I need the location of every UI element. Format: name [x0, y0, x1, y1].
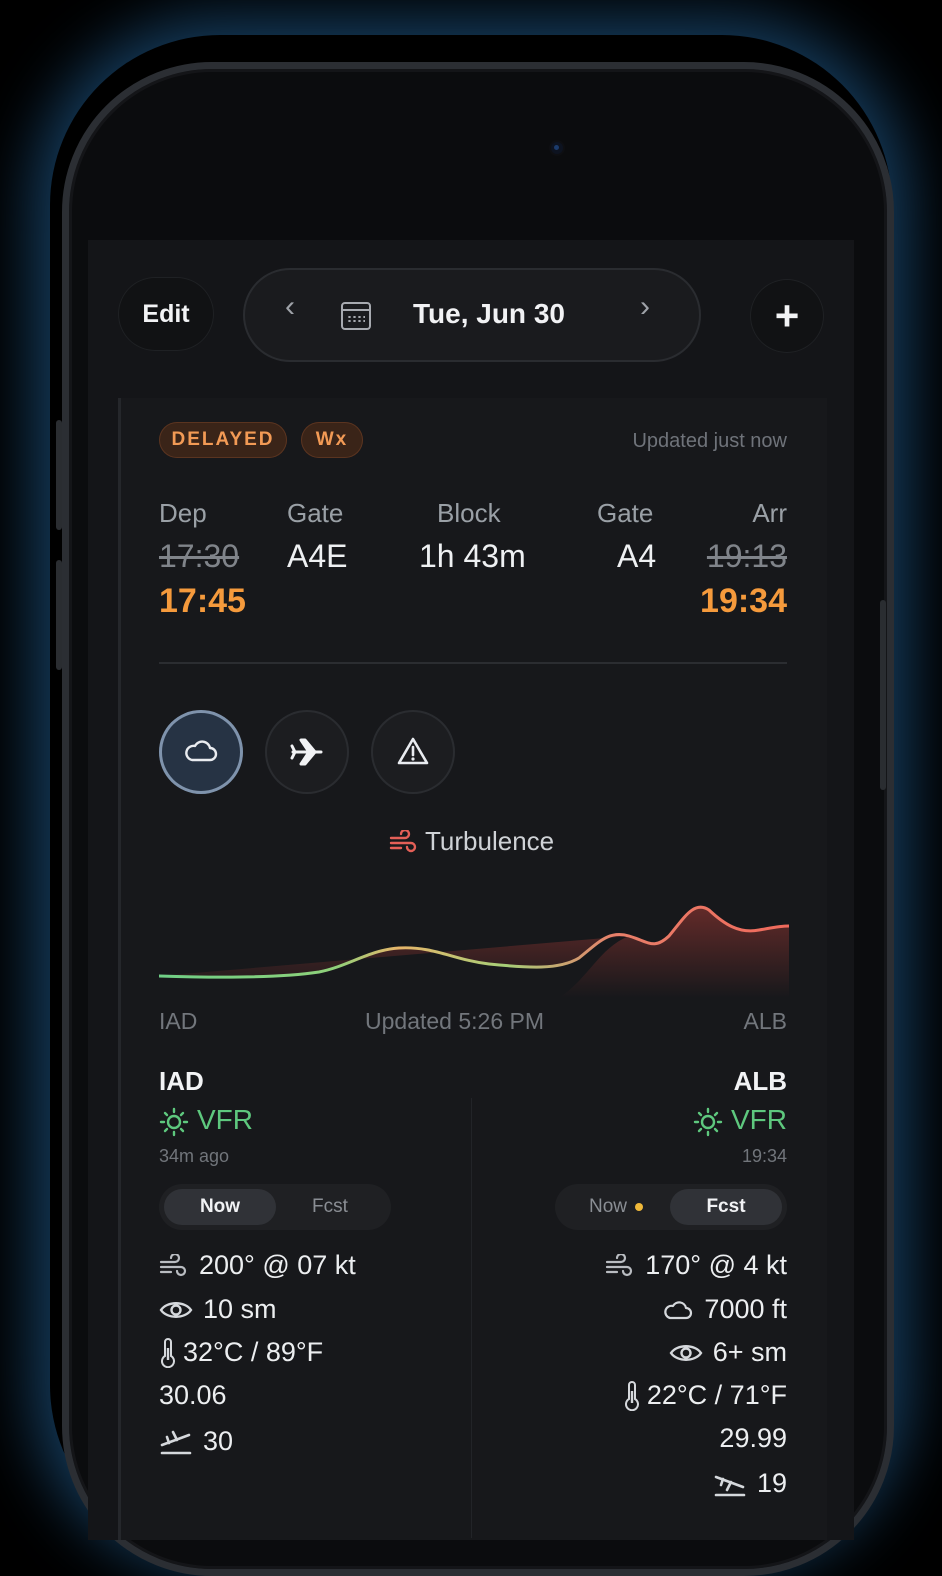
arrival-wind: 170° @ 4 kt — [605, 1250, 787, 1281]
departure-flight-category: VFR — [159, 1104, 253, 1137]
date-selector[interactable]: ‹ Tue, Jun 30 › — [243, 268, 701, 362]
landing-icon — [714, 1475, 746, 1496]
departure-runway-value: 30 — [203, 1426, 234, 1456]
route-from-label: IAD — [159, 1008, 198, 1034]
card-updated-text: Updated just now — [632, 430, 787, 452]
departure-temp-value: 32°C / 89°F — [183, 1337, 324, 1367]
takeoff-icon — [160, 1430, 192, 1454]
arrival-temperature: 22°C / 71°F — [623, 1380, 787, 1411]
arr-gate-value: A4 — [617, 538, 657, 574]
departure-altimeter: 30.06 — [159, 1380, 227, 1411]
arr-label: Arr — [752, 498, 787, 528]
chevron-right-icon[interactable]: › — [640, 290, 650, 324]
arrival-code: ALB — [733, 1066, 787, 1096]
arrival-wind-value: 170° @ 4 kt — [645, 1250, 787, 1280]
warning-icon — [397, 737, 429, 765]
arrival-ceiling: 7000 ft — [662, 1294, 787, 1325]
departure-vfr-label: VFR — [197, 1104, 253, 1135]
turbulence-chart — [159, 905, 789, 998]
departure-code: IAD — [159, 1066, 204, 1096]
arrival-visibility: 6+ sm — [669, 1337, 787, 1368]
dep-gate-label: Gate — [287, 498, 344, 528]
volume-down-button — [56, 560, 62, 670]
app-screen: Edit ‹ Tue, Jun 30 › + DELAYED Wx Update… — [88, 240, 854, 1540]
sun-icon — [159, 1107, 189, 1136]
current-date[interactable]: Tue, Jun 30 — [413, 298, 565, 330]
dep-label: Dep — [159, 498, 207, 528]
dep-gate-value: A4E — [287, 538, 348, 574]
cloud-icon — [185, 740, 218, 762]
departure-wind-value: 200° @ 07 kt — [199, 1250, 356, 1280]
turbulence-fill — [159, 907, 789, 998]
flight-card: DELAYED Wx Updated just now Dep 17:30 17… — [118, 398, 827, 1540]
wind-icon — [389, 830, 417, 853]
status-badge-delayed: DELAYED — [159, 422, 287, 458]
block-label: Block — [437, 498, 501, 528]
arrival-altimeter-value: 29.99 — [719, 1423, 787, 1453]
arrival-vfr-label: VFR — [731, 1104, 787, 1135]
departure-temperature: 32°C / 89°F — [159, 1337, 323, 1368]
arrival-runway-value: 19 — [756, 1468, 787, 1498]
divider — [159, 662, 787, 664]
arrival-now-label: Now — [588, 1196, 627, 1217]
departure-altimeter-value: 30.06 — [159, 1380, 227, 1410]
edit-button[interactable]: Edit — [118, 277, 214, 351]
block-value: 1h 43m — [419, 538, 526, 574]
departure-visibility: 10 sm — [159, 1294, 277, 1325]
departure-visibility-value: 10 sm — [203, 1294, 277, 1324]
status-badge-wx: Wx — [301, 422, 363, 458]
arrival-time: 19:34 — [741, 1146, 787, 1166]
arrival-runway: 19 — [713, 1468, 787, 1499]
wind-icon — [606, 1253, 633, 1276]
eye-icon — [669, 1344, 703, 1361]
arrival-now-option[interactable]: Now — [560, 1189, 672, 1225]
arr-scheduled: 19:13 — [706, 538, 787, 574]
chart-updated-label: Updated 5:26 PM — [365, 1008, 545, 1034]
departure-wind: 200° @ 07 kt — [159, 1250, 356, 1281]
volume-up-button — [56, 420, 62, 530]
sun-icon — [693, 1107, 723, 1136]
thermometer-icon — [624, 1380, 639, 1411]
tab-alerts[interactable] — [371, 710, 455, 794]
cloud-icon — [664, 1300, 693, 1319]
eye-icon — [159, 1301, 193, 1318]
arrival-flight-category: VFR — [693, 1104, 787, 1137]
wind-icon — [159, 1253, 187, 1276]
departure-age: 34m ago — [159, 1146, 230, 1166]
power-button — [880, 600, 886, 790]
departure-now-option[interactable]: Now — [164, 1189, 276, 1225]
arrival-now-fcst-toggle[interactable]: Now Fcst — [555, 1184, 787, 1230]
dep-scheduled: 17:30 — [159, 538, 240, 574]
departure-now-fcst-toggle[interactable]: Now Fcst — [159, 1184, 391, 1230]
arrival-ceiling-value: 7000 ft — [704, 1294, 787, 1324]
route-to-label: ALB — [743, 1008, 787, 1034]
tab-flight[interactable] — [265, 710, 349, 794]
dep-actual: 17:45 — [159, 582, 246, 620]
arr-gate-label: Gate — [597, 498, 654, 528]
departure-fcst-option[interactable]: Fcst — [274, 1189, 386, 1225]
update-dot — [635, 1203, 643, 1211]
tab-weather[interactable] — [159, 710, 243, 794]
arr-actual: 19:34 — [700, 582, 787, 620]
arrival-fcst-option[interactable]: Fcst — [670, 1189, 782, 1225]
turbulence-label: Turbulence — [425, 826, 555, 856]
calendar-icon[interactable] — [341, 302, 371, 330]
add-flight-button[interactable]: + — [750, 279, 824, 353]
airplane-icon — [290, 738, 323, 766]
airport-divider — [471, 1098, 472, 1538]
arrival-visibility-value: 6+ sm — [712, 1337, 787, 1367]
thermometer-icon — [161, 1337, 175, 1368]
arrival-altimeter: 29.99 — [719, 1423, 787, 1454]
departure-runway: 30 — [159, 1426, 233, 1457]
arrival-temp-value: 22°C / 71°F — [646, 1380, 787, 1410]
front-camera — [551, 142, 563, 154]
chevron-left-icon[interactable]: ‹ — [285, 290, 295, 324]
